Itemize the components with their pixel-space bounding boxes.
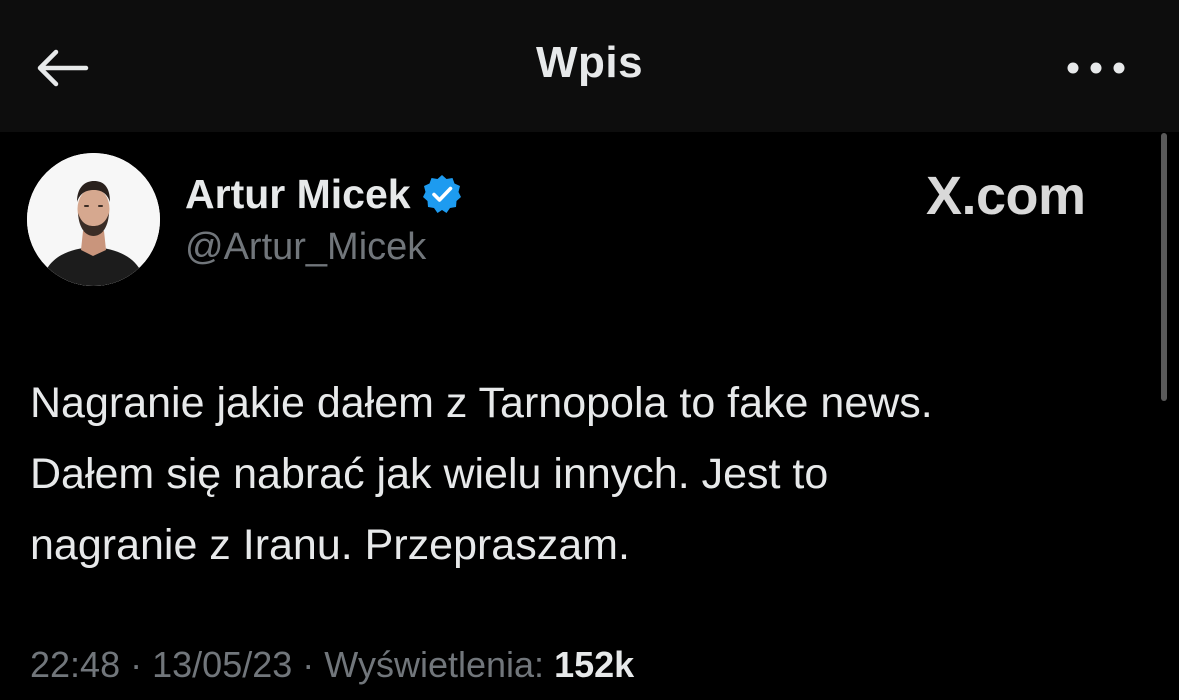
author-name[interactable]: Artur Micek bbox=[185, 171, 411, 218]
x-com-watermark: X.com bbox=[926, 166, 1086, 226]
verified-badge-icon[interactable] bbox=[421, 173, 463, 215]
tweet-metadata: 22:48 · 13/05/23 · Wyświetlenia: 152k bbox=[30, 644, 634, 686]
page-title: Wpis bbox=[535, 38, 644, 87]
tweet-text-line: Dałem się nabrać jak wielu innych. Jest … bbox=[30, 450, 829, 498]
more-options-button[interactable] bbox=[1056, 46, 1136, 90]
top-bar: Wpis bbox=[0, 0, 1179, 132]
tweet-time[interactable]: 22:48 bbox=[30, 644, 120, 685]
tweet-date[interactable]: 13/05/23 bbox=[152, 644, 292, 685]
views-count[interactable]: 152k bbox=[554, 644, 634, 685]
more-horizontal-icon bbox=[1067, 62, 1125, 74]
profile-photo bbox=[27, 153, 160, 286]
tweet-text-line: nagranie z Iranu. Przepraszam. bbox=[30, 521, 630, 569]
tweet-text-line: Nagranie jakie dałem z Tarnopola to fake… bbox=[30, 379, 933, 427]
meta-separator: · bbox=[302, 644, 315, 685]
scrollbar[interactable] bbox=[1161, 133, 1167, 401]
author-name-row[interactable]: Artur Micek bbox=[185, 169, 463, 219]
tweet-text: Nagranie jakie dałem z Tarnopola to fake… bbox=[30, 368, 1140, 581]
avatar[interactable] bbox=[27, 153, 160, 286]
views-label: Wyświetlenia: bbox=[324, 644, 545, 685]
meta-separator: · bbox=[130, 644, 143, 685]
author-handle[interactable]: @Artur_Micek bbox=[185, 226, 426, 269]
